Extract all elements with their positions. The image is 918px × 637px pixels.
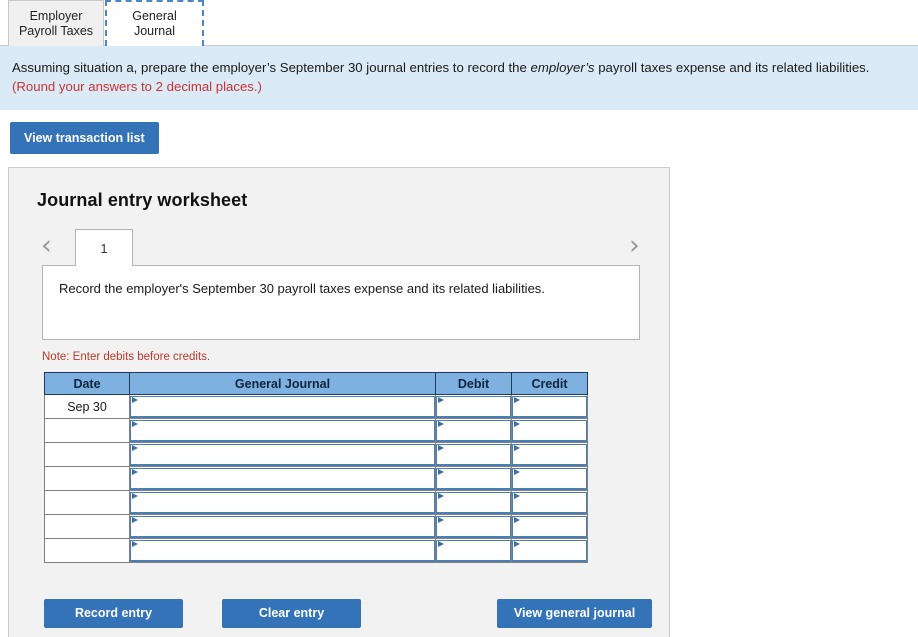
cell-journal	[129, 466, 436, 491]
cell-debit	[435, 442, 512, 467]
view-general-journal-button[interactable]: View general journal	[497, 599, 652, 628]
debits-before-credits-note: Note: Enter debits before credits.	[42, 351, 211, 363]
cell-credit	[511, 394, 588, 419]
cell-credit	[511, 490, 588, 515]
cell-date: Sep 30	[44, 394, 130, 419]
debit-input[interactable]	[436, 395, 511, 418]
journal-input[interactable]	[130, 419, 435, 442]
credit-input[interactable]	[512, 419, 587, 442]
cell-journal	[129, 490, 436, 515]
cell-debit	[435, 394, 512, 419]
cell-debit	[435, 538, 512, 563]
worksheet-page-tab-1[interactable]: 1	[75, 229, 133, 266]
cell-date	[44, 538, 130, 563]
table-header-row: Date General Journal Debit Credit	[44, 372, 588, 395]
page-title: Journal entry worksheet	[37, 190, 248, 210]
cell-debit	[435, 490, 512, 515]
worksheet-page-tab-label: 1	[100, 240, 108, 256]
credit-input[interactable]	[512, 515, 587, 538]
credit-input[interactable]	[512, 539, 587, 562]
journal-input[interactable]	[130, 539, 435, 562]
debit-input[interactable]	[436, 443, 511, 466]
table-row: Sep 30	[44, 394, 588, 419]
journal-input[interactable]	[130, 515, 435, 538]
instruction-text-part2: payroll taxes expense and its related li…	[594, 60, 870, 75]
table-row	[44, 466, 588, 491]
tab-general-journal[interactable]: General Journal	[105, 0, 204, 46]
cell-credit	[511, 514, 588, 539]
debit-input[interactable]	[436, 467, 511, 490]
credit-input[interactable]	[512, 467, 587, 490]
cell-journal	[129, 514, 436, 539]
cell-date	[44, 514, 130, 539]
credit-input[interactable]	[512, 491, 587, 514]
debit-input[interactable]	[436, 515, 511, 538]
tab-bar: Employer Payroll Taxes General Journal	[0, 0, 918, 46]
instruction-panel: Assuming situation a, prepare the employ…	[0, 46, 918, 110]
cell-date	[44, 490, 130, 515]
record-entry-button[interactable]: Record entry	[44, 599, 183, 628]
view-transaction-list-button[interactable]: View transaction list	[10, 122, 159, 154]
journal-input[interactable]	[130, 443, 435, 466]
credit-input[interactable]	[512, 443, 587, 466]
tab-employer-payroll-taxes[interactable]: Employer Payroll Taxes	[8, 0, 104, 46]
credit-input[interactable]	[512, 395, 587, 418]
worksheet-actions: Record entry Clear entry View general jo…	[44, 599, 652, 628]
worksheet-description-text: Record the employer's September 30 payro…	[59, 281, 545, 296]
tab-employer-payroll-taxes-label: Employer Payroll Taxes	[18, 8, 94, 38]
table-row	[44, 514, 588, 539]
table-row	[44, 418, 588, 443]
cell-debit	[435, 418, 512, 443]
cell-debit	[435, 466, 512, 491]
debit-input[interactable]	[436, 491, 511, 514]
journal-input[interactable]	[130, 467, 435, 490]
chevron-right-icon[interactable]: ›	[629, 231, 640, 261]
column-header-debit: Debit	[435, 372, 512, 395]
toolbar: View transaction list	[0, 110, 918, 154]
cell-journal	[129, 394, 436, 419]
worksheet-description-box: Record the employer's September 30 payro…	[42, 265, 640, 340]
table-row	[44, 442, 588, 467]
cell-credit	[511, 466, 588, 491]
journal-entry-worksheet-panel: Journal entry worksheet ‹ 1 › Record the…	[8, 167, 670, 637]
table-row	[44, 490, 588, 515]
cell-date	[44, 418, 130, 443]
instruction-round-note: (Round your answers to 2 decimal places.…	[12, 79, 262, 94]
cell-journal	[129, 538, 436, 563]
cell-credit	[511, 538, 588, 563]
column-header-general-journal: General Journal	[129, 372, 436, 395]
cell-credit	[511, 442, 588, 467]
instruction-emphasis: employer’s	[530, 60, 595, 75]
journal-input[interactable]	[130, 395, 435, 418]
instruction-text-part1: Assuming situation a, prepare the employ…	[12, 60, 531, 75]
journal-entry-table: Date General Journal Debit Credit Sep 30	[44, 372, 588, 563]
journal-input[interactable]	[130, 491, 435, 514]
cell-debit	[435, 514, 512, 539]
tab-general-journal-label: General Journal	[132, 9, 177, 38]
cell-credit	[511, 418, 588, 443]
table-row	[44, 538, 588, 563]
clear-entry-button[interactable]: Clear entry	[222, 599, 361, 628]
worksheet-pager: ‹ 1 ›	[9, 229, 669, 266]
cell-journal	[129, 442, 436, 467]
cell-date	[44, 442, 130, 467]
journal-entry-table-body: Sep 30	[44, 394, 588, 563]
chevron-left-icon[interactable]: ‹	[41, 231, 52, 261]
cell-journal	[129, 418, 436, 443]
cell-date	[44, 466, 130, 491]
column-header-credit: Credit	[511, 372, 588, 395]
debit-input[interactable]	[436, 419, 511, 442]
debit-input[interactable]	[436, 539, 511, 562]
column-header-date: Date	[44, 372, 130, 395]
